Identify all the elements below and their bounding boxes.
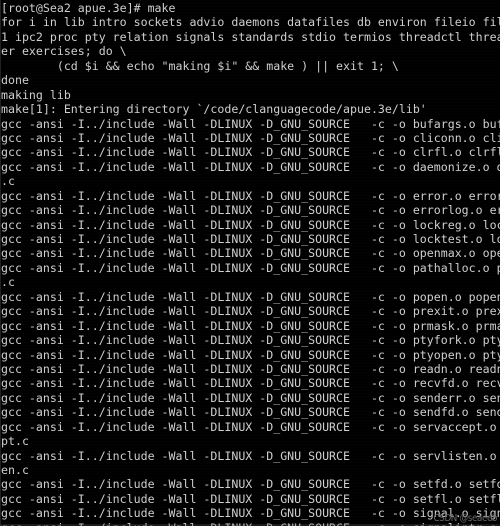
terminal-line: (cd $i && echo "making $i" && make ) || … [1,58,399,73]
terminal-line: gcc -ansi -I../include -Wall -DLINUX -D_… [1,347,500,362]
terminal-line: en.c [1,463,29,477]
terminal-line: make[1]: Entering directory `/code/clang… [1,102,427,117]
terminal-line: gcc -ansi -I../include -Wall -DLINUX -D_… [1,361,500,376]
terminal-output[interactable]: [root@Sea2 apue.3e]# make for i in lib in… [0,0,500,526]
terminal-line: gcc -ansi -I../include -Wall -DLINUX -D_… [1,232,500,246]
terminal-line: done [1,73,29,88]
terminal-line: gcc -ansi -I../include -Wall -DLINUX -D_… [1,491,500,506]
terminal-line: gcc -ansi -I../include -Wall -DLINUX -D_… [1,188,500,203]
terminal-line: gcc -ansi -I../include -Wall -DLINUX -D_… [1,419,497,434]
terminal-line: 1 ipc2 proc pty relation signals standar… [1,29,500,44]
terminal-line: gcc -ansi -I../include -Wall -DLINUX -D_… [1,506,500,521]
terminal-line: gcc -ansi -I../include -Wall -DLINUX -D_… [1,145,500,160]
terminal-line: gcc -ansi -I../include -Wall -DLINUX -D_… [1,130,500,145]
terminal-line: gcc -ansi -I../include -Wall -DLINUX -D_… [1,318,500,333]
terminal-line: gcc -ansi -I../include -Wall -DLINUX -D_… [1,217,500,232]
terminal-line: gcc -ansi -I../include -Wall -DLINUX -D_… [1,203,500,218]
terminal-line: gcc -ansi -I../include -Wall -DLINUX -D_… [1,405,500,420]
terminal-line: .c [1,275,15,290]
terminal-line: gcc -ansi -I../include -Wall -DLINUX -D_… [1,390,500,405]
terminal-line: for i in lib intro sockets advio daemons… [1,15,500,30]
terminal-line: gcc -ansi -I../include -Wall -DLINUX -D_… [1,159,500,174]
terminal-window[interactable]: [root@Sea2 apue.3e]# make for i in lib in… [0,0,500,526]
terminal-line: .c [1,174,15,189]
terminal-line: making lib [1,87,71,102]
terminal-line: gcc -ansi -I../include -Wall -DLINUX -D_… [1,116,500,131]
terminal-line: gcc -ansi -I../include -Wall -DLINUX -D_… [1,448,497,463]
terminal-line: gcc -ansi -I../include -Wall -DLINUX -D_… [1,246,500,261]
terminal-line: er exercises; do \ [1,44,127,59]
terminal-line: gcc -ansi -I../include -Wall -DLINUX -D_… [1,333,500,348]
terminal-line: pt.c [1,434,29,449]
terminal-line: gcc -ansi -I../include -Wall -DLINUX -D_… [1,289,500,304]
terminal-line: [root@Sea2 apue.3e]# make [1,1,176,15]
terminal-line: gcc -ansi -I../include -Wall -DLINUX -D_… [1,304,500,319]
terminal-line: gcc -ansi -I../include -Wall -DLINUX -D_… [1,376,500,391]
terminal-line: gcc -ansi -I../include -Wall -DLINUX -D_… [1,260,500,275]
terminal-line: gcc -ansi -I../include -Wall -DLINUX -D_… [1,477,500,492]
terminal-line: gcc -ansi -I../include -Wall -DLINUX -D_… [1,521,500,526]
